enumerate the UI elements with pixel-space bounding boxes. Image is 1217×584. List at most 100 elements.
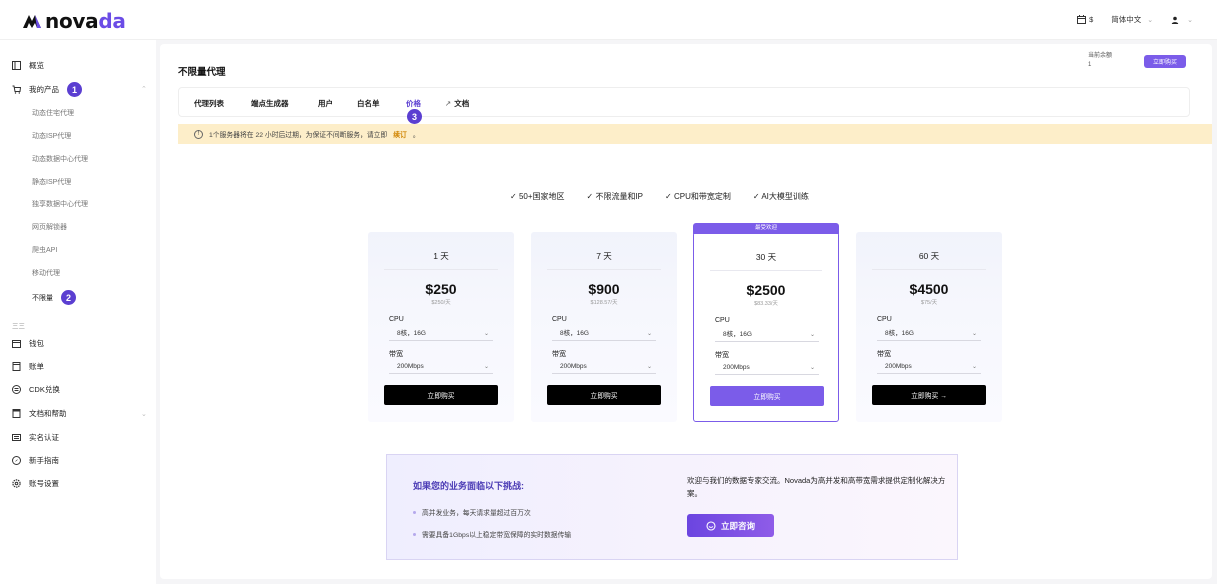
plan-card-30-days: 最受欢迎 30 天 $2500 $83.33/天 CPU 8核，16G ⌄ 带宽 … — [693, 223, 839, 422]
sidebar-item-guide[interactable]: 新手指南 — [12, 455, 59, 466]
plan-price: $4500 — [909, 281, 949, 297]
consult-button[interactable]: 立即咨询 — [687, 514, 774, 537]
feature-item: ✓ 不限流量和IP — [586, 192, 644, 201]
plan-duration: 60 天 — [918, 251, 940, 261]
sidebar-sub-item[interactable]: 网页解锁器 — [32, 222, 67, 232]
sidebar-sub-item-unlimited[interactable]: 不限量 2 — [32, 290, 76, 305]
page-title: 不限量代理 — [178, 67, 226, 78]
tab-users[interactable]: 用户 — [318, 98, 333, 109]
bandwidth-select[interactable]: 200Mbps ⌄ — [552, 360, 656, 374]
logo-text: novada — [45, 9, 126, 33]
section-label: 三三 — [12, 323, 25, 330]
tab-label: 文档 — [454, 99, 470, 108]
consult-heading: 如果您的业务面临以下挑战: — [413, 481, 524, 491]
bill-icon — [12, 362, 21, 371]
bandwidth-select[interactable]: 200Mbps ⌄ — [877, 360, 981, 374]
cpu-label: CPU — [715, 317, 730, 324]
sidebar-sub-item[interactable]: 动态住宅代理 — [32, 108, 74, 118]
chevron-down-icon: ⌄ — [971, 364, 977, 370]
sidebar-item-label: 钱包 — [29, 339, 44, 348]
document-icon — [12, 409, 21, 418]
plan-duration: 1 天 — [433, 251, 449, 261]
plan-price: $900 — [588, 281, 620, 297]
plan-per-day: $83.33/天 — [754, 301, 778, 307]
plan-buy-button[interactable]: 立即购买 → — [872, 385, 986, 405]
feature-item: ✓ CPU和带宽定制 — [665, 192, 731, 201]
chevron-up-icon[interactable]: ⌃ — [141, 85, 147, 93]
sidebar-item-label: 概览 — [29, 61, 44, 70]
buy-now-button[interactable]: 立即购买 — [1144, 55, 1186, 68]
feature-item: ✓ 50+国家地区 — [510, 192, 565, 201]
language-selector[interactable]: 简体中文 ⌄ — [1111, 14, 1153, 25]
cpu-select[interactable]: 8核，16G ⌄ — [877, 327, 981, 341]
bandwidth-label: 带宽 — [715, 352, 729, 359]
plan-buy-button[interactable]: 立即购买 — [547, 385, 661, 405]
sidebar-item-docs-help[interactable]: 文档和帮助 — [12, 408, 67, 419]
renew-link[interactable]: 续订 — [393, 129, 407, 139]
feature-list: ✓ 50+国家地区 ✓ 不限流量和IP ✓ CPU和带宽定制 ✓ AI大模型训练 — [510, 191, 809, 202]
sidebar-item-label: CDK兑换 — [29, 385, 60, 394]
plan-card-60-days: 60 天 $4500 $75/天 CPU 8核，16G ⌄ 带宽 200Mbps ⌄… — [856, 232, 1002, 422]
sidebar-item-verification[interactable]: 实名认证 — [12, 432, 59, 443]
cart-icon — [12, 85, 21, 94]
consult-button-label: 立即咨询 — [720, 520, 755, 531]
sidebar-item-label: 账号设置 — [29, 479, 59, 488]
sidebar-item-label: 实名认证 — [29, 433, 59, 442]
tab-endpoint-generator[interactable]: 端点生成器 — [251, 98, 289, 109]
bandwidth-select[interactable]: 200Mbps ⌄ — [715, 361, 819, 375]
gear-icon — [12, 479, 21, 488]
tab-bar: 代理列表 端点生成器 用户 白名单 价格 ↗ 文档 3 — [178, 87, 1190, 124]
tab-proxy-list[interactable]: 代理列表 — [194, 98, 224, 109]
sidebar-sub-item[interactable]: 移动代理 — [32, 268, 60, 278]
bandwidth-label: 带宽 — [877, 351, 891, 358]
id-card-icon — [12, 434, 21, 441]
chevron-down-icon: ⌄ — [646, 364, 652, 370]
sidebar-item-label: 文档和帮助 — [29, 409, 67, 418]
language-label: 简体中文 — [1111, 15, 1142, 24]
billing-menu[interactable]: $ — [1077, 15, 1093, 24]
tab-pricing[interactable]: 价格 — [406, 98, 421, 109]
step-badge-2: 2 — [61, 290, 76, 305]
sidebar-item-cdk[interactable]: CDK兑换 — [12, 384, 60, 395]
popular-ribbon: 最受欢迎 — [693, 223, 839, 234]
user-icon — [1171, 16, 1179, 24]
tab-whitelist[interactable]: 白名单 — [357, 98, 380, 109]
notice-suffix: 。 — [412, 132, 420, 139]
tab-docs[interactable]: ↗ 文档 — [445, 98, 469, 109]
feature-item: ✓ AI大模型训练 — [752, 192, 809, 201]
plan-duration: 30 天 — [755, 252, 777, 262]
sidebar-sub-item[interactable]: 静态ISP代理 — [32, 177, 71, 187]
cpu-label: CPU — [552, 316, 567, 323]
sidebar-sub-item[interactable]: 独享数据中心代理 — [32, 199, 88, 209]
logo[interactable]: novada — [22, 9, 126, 33]
plan-buy-button[interactable]: 立即购买 — [384, 385, 498, 405]
cpu-select[interactable]: 8核，16G ⌄ — [552, 327, 656, 341]
external-link-icon: ↗ — [445, 99, 452, 108]
balance-value: 1 — [1087, 62, 1092, 68]
info-icon: ! — [194, 129, 203, 139]
balance: 当前余额 1 — [1088, 52, 1112, 70]
sidebar-item-my-products[interactable]: 我的产品 1 — [12, 82, 82, 97]
chevron-down-icon: ⌄ — [1147, 16, 1154, 24]
sidebar: 概览 我的产品 1 ⌃ 动态住宅代理 动态ISP代理 动态数据中心代理 静态IS… — [0, 40, 156, 584]
sidebar-item-overview[interactable]: 概览 — [12, 60, 44, 71]
sidebar-item-label: 不限量 — [32, 294, 53, 302]
plan-duration: 7 天 — [596, 251, 612, 261]
chevron-down-icon[interactable]: ⌄ — [141, 410, 147, 418]
sidebar-item-account-settings[interactable]: 账号设置 — [12, 478, 59, 489]
chevron-down-icon: ⌄ — [483, 331, 489, 337]
user-menu[interactable]: ⌄ — [1171, 16, 1193, 24]
sidebar-item-label: 账单 — [29, 362, 44, 371]
wallet-icon — [12, 340, 21, 348]
sidebar-item-bills[interactable]: 账单 — [12, 361, 44, 372]
cpu-select[interactable]: 8核，16G ⌄ — [389, 327, 493, 341]
calendar-icon — [1077, 15, 1087, 24]
sidebar-item-wallet[interactable]: 钱包 — [12, 338, 44, 349]
plan-buy-button[interactable]: 立即购买 — [710, 386, 824, 406]
sidebar-sub-item[interactable]: 动态ISP代理 — [32, 131, 71, 141]
sidebar-sub-item[interactable]: 爬虫API — [32, 245, 57, 255]
top-bar: novada $ 简体中文 ⌄ ⌄ — [0, 0, 1217, 40]
cpu-select[interactable]: 8核，16G ⌄ — [715, 328, 819, 342]
bandwidth-select[interactable]: 200Mbps ⌄ — [389, 360, 493, 374]
sidebar-sub-item[interactable]: 动态数据中心代理 — [32, 154, 88, 164]
